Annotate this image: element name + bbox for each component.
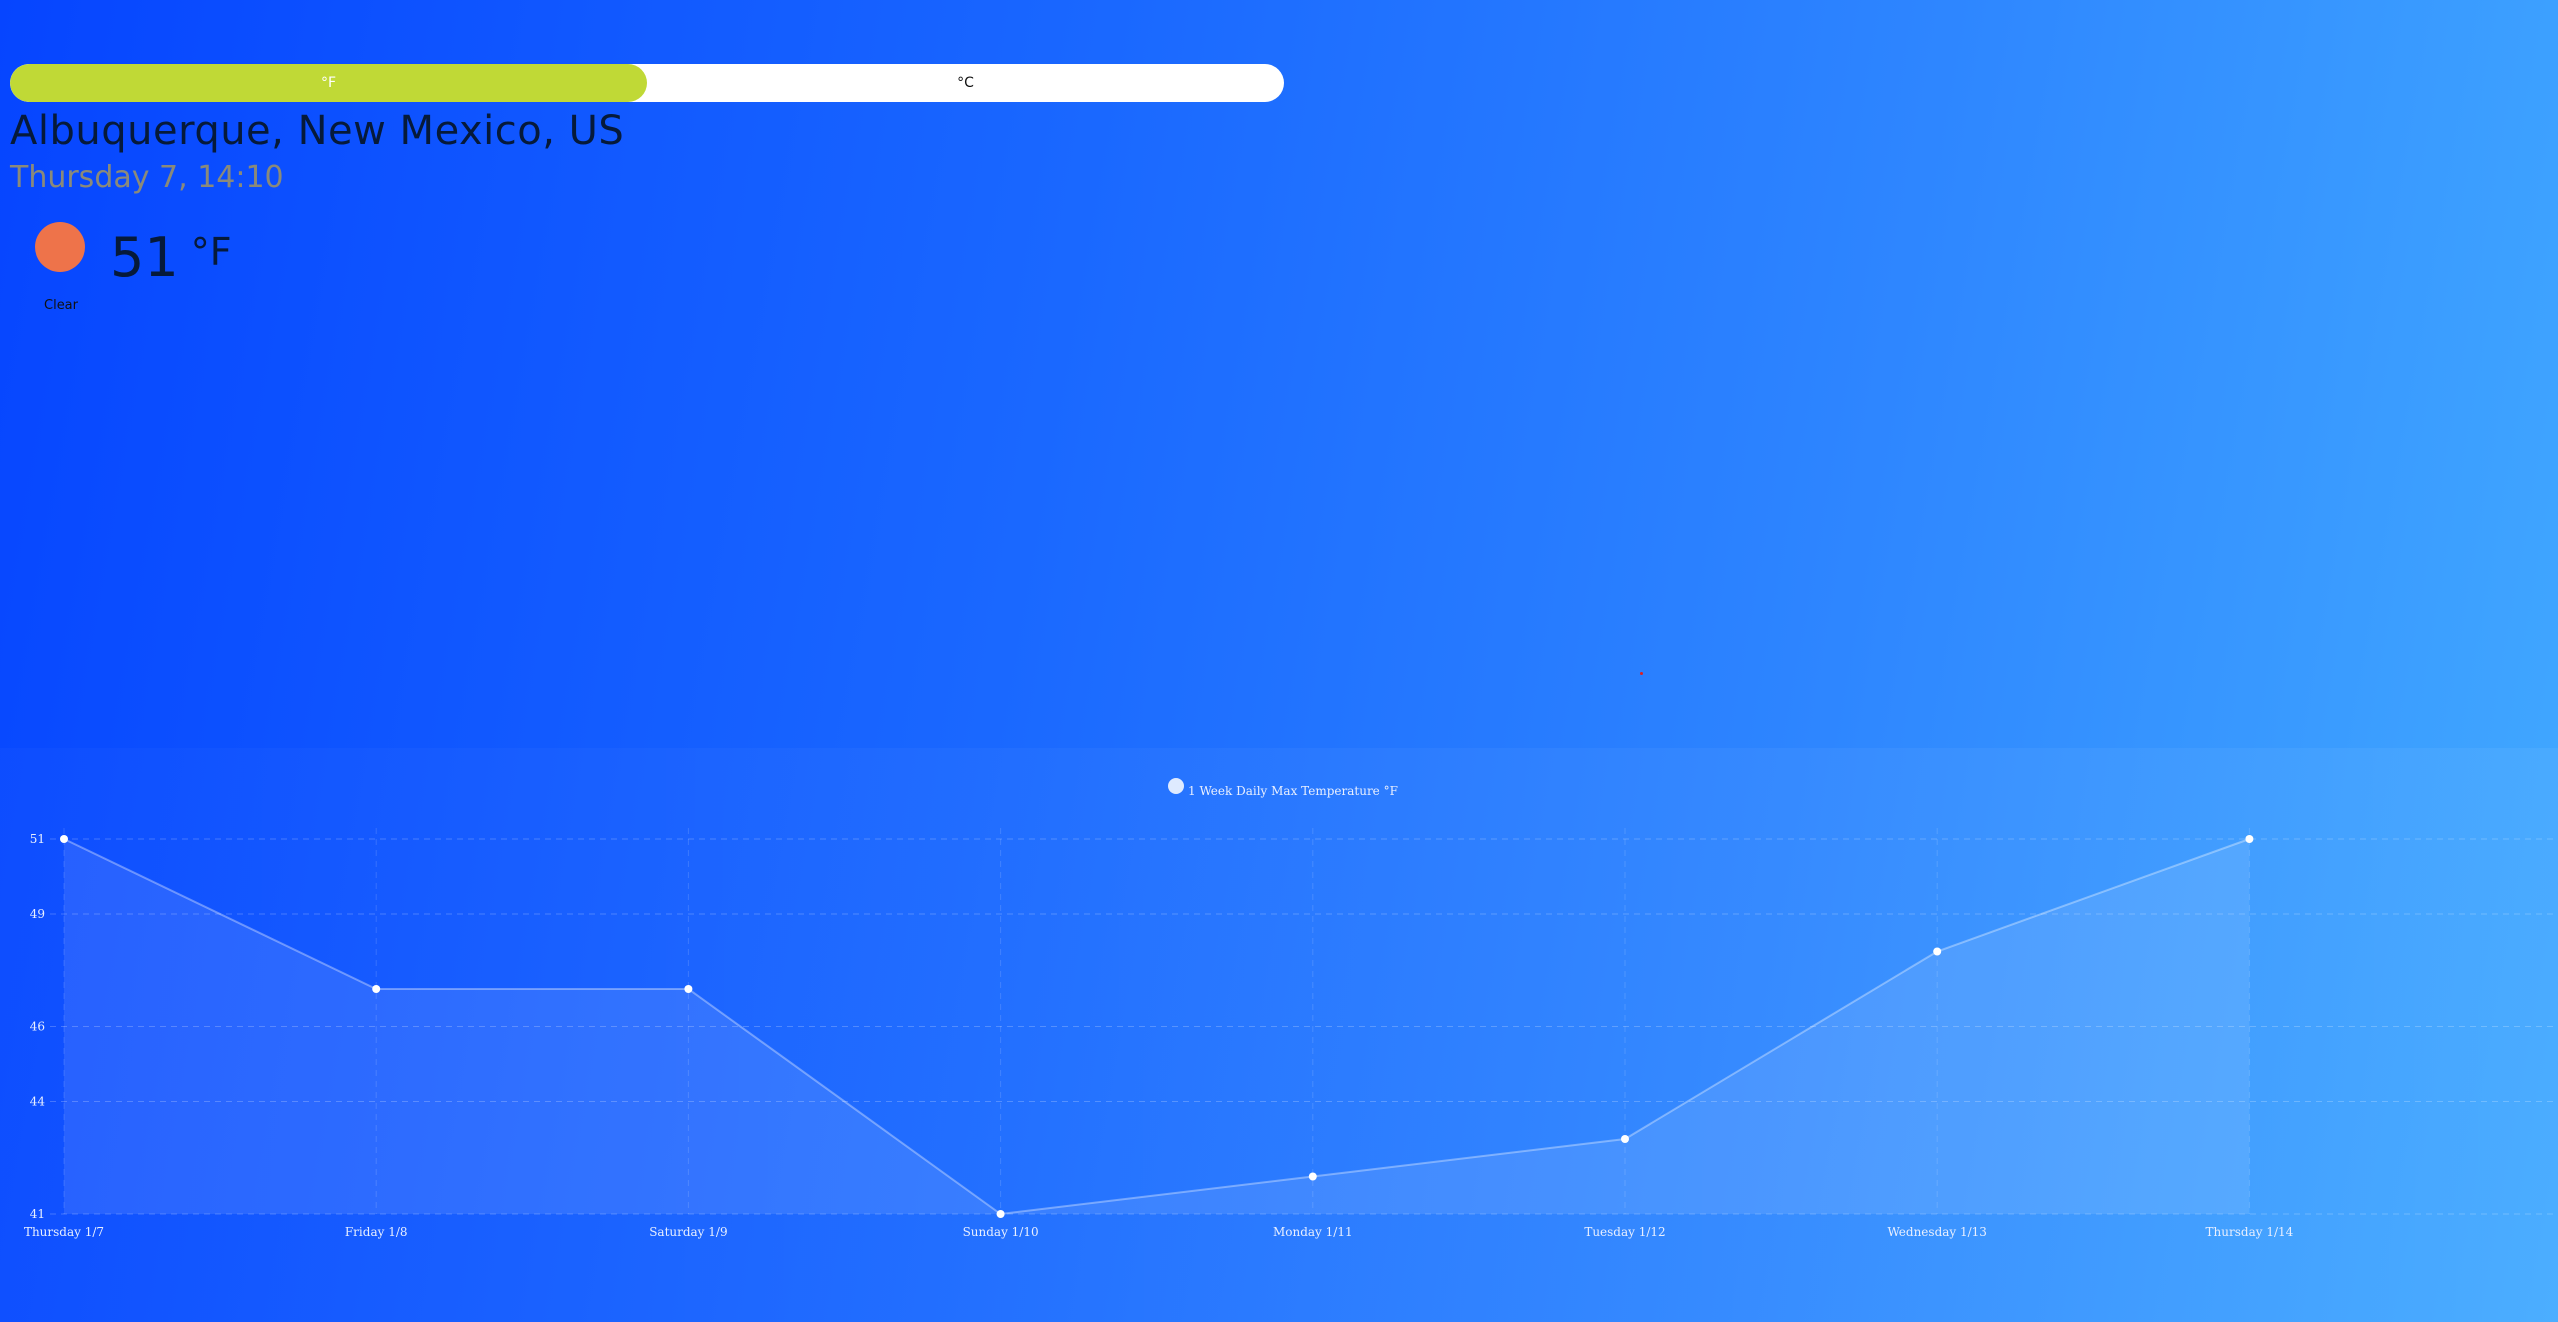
y-tick-label: 49 (30, 907, 45, 921)
series-area (64, 839, 2250, 1214)
current-temperature: 51 °F (110, 226, 232, 289)
y-tick-label: 44 (30, 1095, 46, 1109)
chart-panel: 41 44 46 49 51 Thursday 1/7 Friday 1/8 Saturday… (0, 748, 2558, 1322)
x-tick-label: Saturday 1/9 (649, 1225, 727, 1239)
y-tick-label: 51 (30, 832, 45, 846)
x-tick-label: Thursday 1/14 (2206, 1225, 2294, 1239)
y-tick-label: 41 (30, 1207, 45, 1221)
sun-icon (35, 222, 85, 272)
weather-condition: Clear (44, 298, 78, 313)
data-point (60, 835, 68, 843)
data-point (1621, 1135, 1629, 1143)
x-tick-label: Friday 1/8 (345, 1225, 408, 1239)
location-title: Albuquerque, New Mexico, US (10, 108, 625, 154)
red-dot-marker (1640, 672, 1643, 675)
data-point (372, 985, 381, 993)
data-point (996, 1210, 1005, 1218)
temperature-unit: °F (190, 230, 232, 274)
celsius-button[interactable]: °C (647, 64, 1284, 102)
data-point (1933, 947, 1942, 956)
legend-marker (1168, 778, 1184, 794)
legend-label: 1 Week Daily Max Temperature °F (1188, 784, 1398, 798)
x-tick-label: Thursday 1/7 (24, 1225, 104, 1239)
temperature-chart: 41 44 46 49 51 Thursday 1/7 Friday 1/8 Saturday… (24, 778, 2558, 1239)
x-tick-label: Wednesday 1/13 (1887, 1225, 1987, 1239)
date-time: Thursday 7, 14:10 (10, 160, 284, 195)
unit-toggle[interactable]: °F °C (10, 64, 1284, 102)
data-point (684, 985, 693, 993)
x-tick-label: Monday 1/11 (1273, 1225, 1353, 1239)
y-tick-label: 46 (30, 1020, 45, 1034)
data-point (2245, 835, 2254, 843)
data-point (1308, 1172, 1317, 1181)
temperature-value: 51 (110, 226, 179, 289)
x-tick-label: Sunday 1/10 (963, 1225, 1039, 1239)
fahrenheit-button[interactable]: °F (10, 64, 647, 102)
x-tick-label: Tuesday 1/12 (1584, 1225, 1665, 1239)
